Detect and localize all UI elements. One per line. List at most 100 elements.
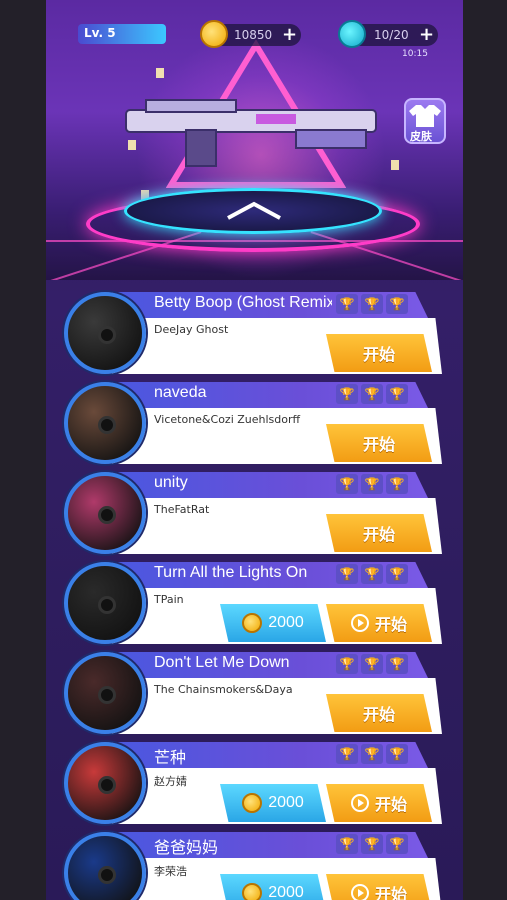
trophy-glyph: 🏆 [339,387,355,401]
start-label: 开始 [374,885,407,900]
trophy-icon: 🏆 [336,744,358,764]
album-cover [64,472,146,554]
play-icon [350,794,369,812]
trophy-row: 🏆 🏆 🏆 [336,744,408,764]
start-button[interactable]: 开始 [326,604,432,642]
skin-label: 皮肤 [410,130,432,143]
trophy-icon: 🏆 [386,474,408,494]
start-button[interactable]: 开始 [326,784,432,822]
song-title: Turn All the Lights On [154,564,308,581]
trophy-glyph: 🏆 [339,477,355,491]
sparkle [156,68,164,78]
lightning-icon [338,20,366,48]
song-title: naveda [154,384,207,401]
song-price: 2000 [268,614,304,631]
trophy-icon: 🏆 [386,744,408,764]
song-title: 爸爸妈妈 [154,840,219,857]
trophy-glyph: 🏆 [389,657,405,671]
vinyl-hole-icon [98,776,116,794]
trophy-glyph: 🏆 [364,657,380,671]
start-button[interactable]: 开始 [326,514,432,552]
level-label: Lv. 5 [84,26,116,40]
song-card[interactable]: 芒种 赵方婧 🏆 🏆 🏆 2000 开始 [64,742,442,826]
start-label: 开始 [362,705,395,724]
song-price: 2000 [268,884,304,900]
trophy-row: 🏆 🏆 🏆 [336,294,408,314]
song-artist: TPain [154,593,184,606]
song-card[interactable]: naveda Vicetone&Cozi Zuehlsdorff 🏆 🏆 🏆 开始 [64,382,442,466]
trophy-glyph: 🏆 [339,567,355,581]
right-letterbox [463,0,507,900]
trophy-glyph: 🏆 [389,297,405,311]
trophy-glyph: 🏆 [339,657,355,671]
song-title: unity [154,474,188,491]
trophy-glyph: 🏆 [389,837,405,851]
start-button[interactable]: 开始 [326,694,432,732]
energy-value: 10/20 [374,28,409,42]
trophy-icon: 🏆 [386,384,408,404]
song-title: 芒种 [154,750,187,767]
add-coins-button[interactable]: + [282,24,297,45]
vinyl-hole-icon [98,506,116,524]
start-button[interactable]: 开始 [326,424,432,462]
coin-icon [200,20,228,48]
play-icon [350,884,369,900]
trophy-icon: 🏆 [386,654,408,674]
trophy-row: 🏆 🏆 🏆 [336,384,408,404]
trophy-glyph: 🏆 [364,297,380,311]
start-button[interactable]: 开始 [326,334,432,372]
trophy-glyph: 🏆 [339,837,355,851]
song-artist: DeeJay Ghost [154,323,229,336]
trophy-row: 🏆 🏆 🏆 [336,474,408,494]
song-card[interactable]: unity TheFatRat 🏆 🏆 🏆 开始 [64,472,442,556]
start-button[interactable]: 开始 [326,874,432,900]
trophy-icon: 🏆 [336,474,358,494]
add-energy-button[interactable]: + [419,24,434,45]
start-label: 开始 [374,615,407,634]
song-card[interactable]: Betty Boop (Ghost Remix) DeeJay Ghost 🏆 🏆 🏆 开… [64,292,442,376]
trophy-glyph: 🏆 [364,837,380,851]
start-label: 开始 [374,795,407,814]
vinyl-hole-icon [98,326,116,344]
chevron-up-icon [227,201,281,220]
trophy-row: 🏆 🏆 🏆 [336,834,408,854]
buy-song-button[interactable]: 2000 [220,604,326,642]
trophy-glyph: 🏆 [364,567,380,581]
album-cover [64,382,146,464]
coin-value: 10850 [234,28,273,42]
trophy-icon: 🏆 [361,564,383,584]
album-cover [64,292,146,374]
song-artist: TheFatRat [154,503,210,516]
vinyl-hole-icon [98,866,116,884]
song-card[interactable]: 爸爸妈妈李荣浩 🏆 🏆 🏆 2000 开始 [64,832,442,900]
trophy-icon: 🏆 [336,564,358,584]
energy-timer: 10:15 [402,49,428,59]
trophy-icon: 🏆 [361,834,383,854]
trophy-icon: 🏆 [361,294,383,314]
coin-icon [242,883,263,900]
song-artist: The Chainsmokers&Daya [154,683,293,696]
trophy-icon: 🏆 [336,834,358,854]
album-cover [64,652,146,734]
album-cover [64,742,146,824]
trophy-icon: 🏆 [336,654,358,674]
song-artist: Vicetone&Cozi Zuehlsdorff [154,413,301,426]
trophy-icon: 🏆 [361,654,383,674]
album-cover [64,562,146,644]
trophy-glyph: 🏆 [389,567,405,581]
trophy-icon: 🏆 [386,564,408,584]
trophy-glyph: 🏆 [339,747,355,761]
song-card[interactable]: Turn All the Lights On TPain 🏆 🏆 🏆 2000 开始 [64,562,442,646]
buy-song-button[interactable]: 2000 [220,874,326,900]
song-artist: 李荣浩 [154,865,187,878]
trophy-glyph: 🏆 [364,387,380,401]
trophy-row: 🏆 🏆 🏆 [336,654,408,674]
start-label: 开始 [362,345,395,364]
trophy-glyph: 🏆 [389,477,405,491]
weapon-image [125,99,377,167]
song-card[interactable]: Don't Let Me Down The Chainsmokers&Daya 🏆 🏆… [64,652,442,736]
song-title: Betty Boop (Ghost Remix) [154,294,332,311]
trophy-icon: 🏆 [336,294,358,314]
buy-song-button[interactable]: 2000 [220,784,326,822]
song-artist: 赵方婧 [154,775,187,788]
